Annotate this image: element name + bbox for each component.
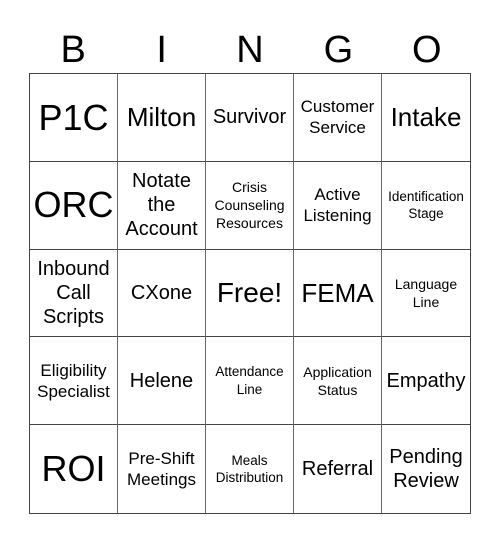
bingo-cell[interactable]: P1C [30,74,118,162]
bingo-cell[interactable]: Milton [118,74,206,162]
cell-text: FEMA [301,277,374,308]
cell-text: Language Line [394,275,458,310]
bingo-cell[interactable]: CXone [118,249,206,338]
cell-text: ROI [41,448,106,490]
bingo-cell[interactable]: Meals Distribution [206,425,294,513]
cell-text: Survivor [212,106,287,129]
bingo-cell[interactable]: Application Status [294,337,382,426]
bingo-cell[interactable]: Helene [118,337,206,426]
cell-text: ORC [33,184,114,226]
bingo-cell[interactable]: Identification Stage [382,162,470,250]
cell-text: Meals Distribution [215,452,284,486]
cell-text: P1C [38,96,109,138]
bingo-cell[interactable]: Intake [382,74,470,162]
bingo-cell[interactable]: Language Line [382,250,470,338]
header-letter-g: G [323,29,354,71]
bingo-cell[interactable]: Inbound Call Scripts [30,249,118,338]
cell-text: Pending Review [389,446,463,493]
bingo-cell[interactable]: Survivor [206,74,294,162]
cell-text: Application Status [303,363,372,398]
cell-text: Attendance Line [215,364,284,397]
cell-text: Pre-Shift Meetings [127,448,196,490]
bingo-cell[interactable]: ORC [30,161,118,250]
header-letter-n: N [236,29,264,71]
free-space-cell[interactable]: Free! [206,249,294,338]
cell-text: Customer Service [300,97,375,138]
bingo-cell[interactable]: Pending Review [382,425,470,513]
cell-text: Referral [301,458,374,481]
bingo-card: P1C Milton Survivor Customer Service Int… [29,73,471,514]
bingo-cell[interactable]: Notate the Account [118,161,206,250]
bingo-cell[interactable]: Attendance Line [206,337,294,426]
header-letter-o: O [412,29,442,71]
bingo-header: B I N G O [29,28,471,72]
cell-text: CXone [130,281,193,304]
bingo-cell[interactable]: Pre-Shift Meetings [118,425,206,513]
cell-text: Intake [390,102,462,133]
cell-text: Empathy [386,369,466,392]
cell-text: Helene [129,369,194,392]
bingo-cell[interactable]: FEMA [294,249,382,338]
cell-text: Notate the Account [125,170,198,241]
bingo-cell[interactable]: ROI [30,425,118,513]
cell-text: Identification Stage [388,188,464,222]
cell-text: Inbound Call Scripts [37,257,110,328]
cell-text: Free! [216,276,283,308]
cell-text: Milton [126,102,197,133]
header-letter-i: I [156,29,167,71]
cell-text: Eligibility Specialist [37,360,110,401]
bingo-cell[interactable]: Eligibility Specialist [30,337,118,426]
bingo-cell[interactable]: Empathy [382,337,470,426]
bingo-cell[interactable]: Customer Service [294,74,382,162]
bingo-cell[interactable]: Referral [294,425,382,513]
bingo-cell[interactable]: Active Listening [294,161,382,250]
cell-text: Crisis Counseling Resources [214,178,285,232]
header-letter-b: B [60,29,86,71]
cell-text: Active Listening [303,184,372,226]
bingo-cell[interactable]: Crisis Counseling Resources [206,161,294,250]
